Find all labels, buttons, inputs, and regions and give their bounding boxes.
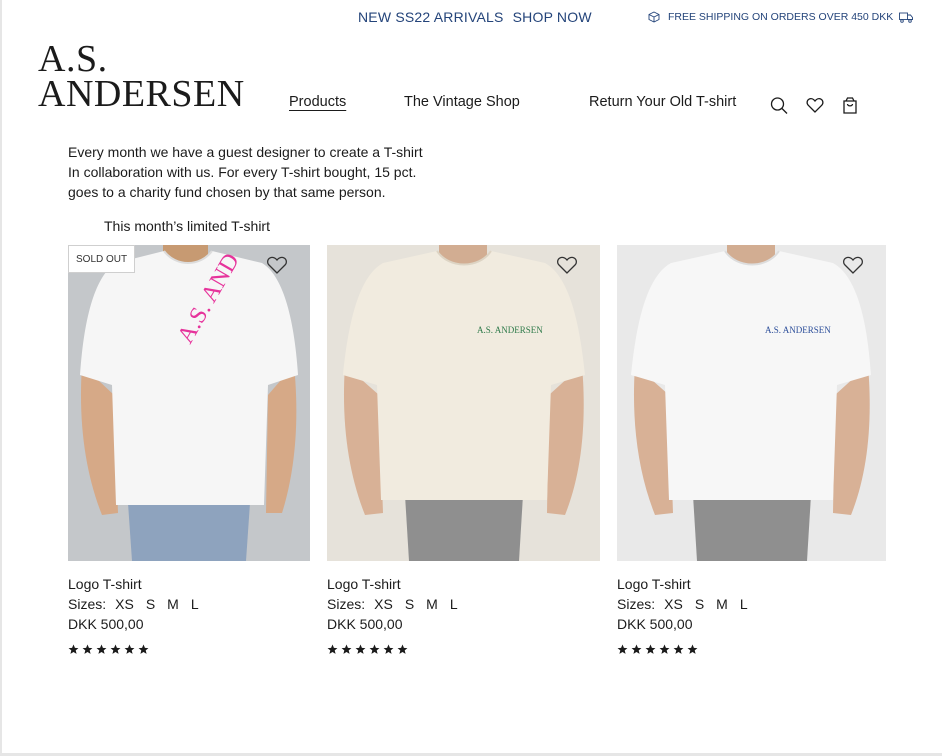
- size-option[interactable]: S: [146, 594, 155, 614]
- intro-line: Every month we have a guest designer to …: [68, 144, 423, 160]
- star-icon: [96, 644, 107, 654]
- shipping-text: FREE SHIPPING ON ORDERS OVER 450 DKK: [668, 11, 894, 23]
- intro-line: goes to a charity fund chosen by that sa…: [68, 184, 386, 200]
- product-card[interactable]: A.S. ANDERSEN Logo T-shirt Sizes: XS S M…: [327, 245, 600, 655]
- section-subheading: This month’s limited T-shirt: [104, 218, 270, 234]
- intro-text: Every month we have a guest designer to …: [68, 142, 423, 202]
- product-card[interactable]: A.S. ANDERSEN Logo T-shirt Sizes: XS S M…: [617, 245, 886, 655]
- star-icon: [341, 644, 352, 654]
- star-icon: [673, 644, 684, 654]
- shipping-notice: FREE SHIPPING ON ORDERS OVER 450 DKK: [648, 11, 914, 23]
- star-icon: [124, 644, 135, 654]
- product-name[interactable]: Logo T-shirt: [68, 574, 310, 594]
- tshirt-print: A.S. ANDERSEN: [765, 325, 831, 335]
- size-option[interactable]: M: [716, 594, 728, 614]
- star-icon: [110, 644, 121, 654]
- star-icon: [369, 644, 380, 654]
- size-option[interactable]: M: [167, 594, 179, 614]
- star-rating: [327, 644, 600, 655]
- tshirt-print: A.S. ANDERSEN: [477, 325, 543, 335]
- star-rating: [68, 644, 310, 655]
- brand-logo[interactable]: A.S. ANDERSEN: [38, 38, 245, 115]
- size-options: Sizes: XS S M L: [617, 594, 886, 614]
- product-image[interactable]: A.S. ANDERSEN: [327, 245, 600, 561]
- bag-icon[interactable]: [841, 96, 859, 114]
- size-option[interactable]: XS: [664, 594, 683, 614]
- intro-line: In collaboration with us. For every T-sh…: [68, 164, 417, 180]
- size-options: Sizes: XS S M L: [327, 594, 600, 614]
- logo-line-1: A.S.: [38, 38, 108, 80]
- star-icon: [645, 644, 656, 654]
- star-icon: [631, 644, 642, 654]
- star-icon: [617, 644, 628, 654]
- size-option[interactable]: M: [426, 594, 438, 614]
- heart-icon[interactable]: [806, 96, 824, 114]
- sizes-label: Sizes:: [68, 596, 107, 612]
- nav-vintage-shop[interactable]: The Vintage Shop: [404, 94, 520, 110]
- nav-products[interactable]: Products: [289, 94, 346, 110]
- sizes-label: Sizes:: [327, 596, 366, 612]
- size-option[interactable]: XS: [374, 594, 393, 614]
- size-option[interactable]: S: [695, 594, 704, 614]
- product-name[interactable]: Logo T-shirt: [327, 574, 600, 594]
- tshirt-photo: A.S. ANDERSEN: [327, 245, 600, 561]
- search-icon[interactable]: [770, 96, 788, 114]
- product-price: DKK 500,00: [617, 616, 693, 632]
- wishlist-heart-icon[interactable]: [842, 255, 864, 275]
- star-icon: [355, 644, 366, 654]
- size-option[interactable]: L: [191, 594, 199, 614]
- package-icon: [648, 11, 660, 23]
- product-price: DKK 500,00: [68, 616, 144, 632]
- size-option[interactable]: XS: [115, 594, 134, 614]
- size-option[interactable]: L: [450, 594, 458, 614]
- size-options: Sizes: XS S M L: [68, 594, 310, 614]
- product-image[interactable]: A.S. ANDERSEN: [617, 245, 886, 561]
- wishlist-heart-icon[interactable]: [556, 255, 578, 275]
- nav-return-tshirt[interactable]: Return Your Old T-shirt: [589, 94, 736, 110]
- tshirt-photo: A.S. ANDERSEN: [617, 245, 886, 561]
- star-icon: [397, 644, 408, 654]
- product-card[interactable]: A.S. AND SOLD OUT Logo T-shirt Sizes: XS…: [68, 245, 310, 655]
- sizes-label: Sizes:: [617, 596, 656, 612]
- promo-text: NEW SS22 ARRIVALS: [358, 9, 504, 25]
- sold-out-badge: SOLD OUT: [68, 245, 136, 273]
- product-price: DKK 500,00: [327, 616, 403, 632]
- product-image[interactable]: A.S. AND SOLD OUT: [68, 245, 310, 561]
- truck-icon: [899, 12, 914, 23]
- star-icon: [687, 644, 698, 654]
- star-icon: [327, 644, 338, 654]
- star-rating: [617, 644, 886, 655]
- size-option[interactable]: L: [740, 594, 748, 614]
- star-icon: [138, 644, 149, 654]
- wishlist-heart-icon[interactable]: [266, 255, 288, 275]
- product-name[interactable]: Logo T-shirt: [617, 574, 886, 594]
- logo-line-2: ANDERSEN: [38, 73, 245, 115]
- shop-now-link[interactable]: SHOP NOW: [513, 9, 592, 25]
- star-icon: [82, 644, 93, 654]
- announcement-bar: NEW SS22 ARRIVALS SHOP NOW FREE SHIPPING…: [0, 0, 942, 34]
- size-option[interactable]: S: [405, 594, 414, 614]
- star-icon: [68, 644, 79, 654]
- star-icon: [659, 644, 670, 654]
- star-icon: [383, 644, 394, 654]
- tshirt-photo: A.S. AND: [68, 245, 310, 561]
- promo-banner[interactable]: NEW SS22 ARRIVALS SHOP NOW: [358, 9, 592, 25]
